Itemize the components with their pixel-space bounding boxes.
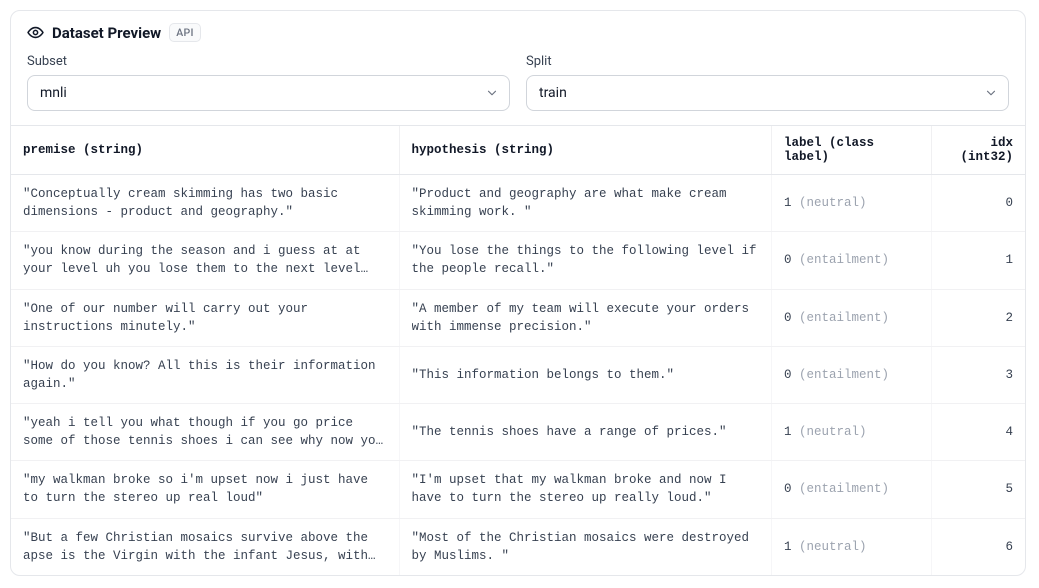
- table-row[interactable]: "How do you know? All this is their info…: [11, 346, 1025, 403]
- data-table: premise (string) hypothesis (string) lab…: [11, 125, 1025, 575]
- cell-label: 0 (entailment): [771, 346, 931, 403]
- cell-premise: "One of our number will carry out your i…: [11, 289, 399, 346]
- cell-idx: 2: [932, 289, 1025, 346]
- dataset-preview-card: Dataset Preview API Subset mnli Split tr…: [10, 10, 1026, 576]
- subset-value: mnli: [40, 85, 67, 101]
- controls-row: Subset mnli Split train: [11, 48, 1025, 125]
- cell-hypothesis: "I'm upset that my walkman broke and now…: [399, 461, 771, 518]
- card-header: Dataset Preview API: [11, 11, 1025, 48]
- cell-label: 1 (neutral): [771, 404, 931, 461]
- cell-hypothesis: "The tennis shoes have a range of prices…: [399, 404, 771, 461]
- cell-label: 0 (entailment): [771, 232, 931, 289]
- cell-premise: "yeah i tell you what though if you go p…: [11, 404, 399, 461]
- cell-premise: "But a few Christian mosaics survive abo…: [11, 518, 399, 575]
- cell-premise: "How do you know? All this is their info…: [11, 346, 399, 403]
- col-header-idx[interactable]: idx (int32): [932, 126, 1025, 175]
- cell-hypothesis: "Product and geography are what make cre…: [399, 175, 771, 232]
- cell-hypothesis: "A member of my team will execute your o…: [399, 289, 771, 346]
- cell-hypothesis: "This information belongs to them.": [399, 346, 771, 403]
- split-value: train: [539, 85, 567, 101]
- cell-idx: 1: [932, 232, 1025, 289]
- chevron-down-icon: [485, 86, 499, 100]
- cell-premise: "you know during the season and i guess …: [11, 232, 399, 289]
- split-select[interactable]: train: [526, 75, 1009, 111]
- cell-hypothesis: "Most of the Christian mosaics were dest…: [399, 518, 771, 575]
- subset-label: Subset: [27, 54, 510, 69]
- cell-idx: 4: [932, 404, 1025, 461]
- cell-premise: "my walkman broke so i'm upset now i jus…: [11, 461, 399, 518]
- card-title: Dataset Preview: [52, 24, 161, 42]
- col-header-label[interactable]: label (class label): [771, 126, 931, 175]
- table-row[interactable]: "But a few Christian mosaics survive abo…: [11, 518, 1025, 575]
- cell-idx: 6: [932, 518, 1025, 575]
- subset-select[interactable]: mnli: [27, 75, 510, 111]
- subset-control: Subset mnli: [27, 54, 510, 111]
- cell-hypothesis: "You lose the things to the following le…: [399, 232, 771, 289]
- split-label: Split: [526, 54, 1009, 69]
- cell-idx: 5: [932, 461, 1025, 518]
- eye-icon: [27, 24, 44, 41]
- table-row[interactable]: "One of our number will carry out your i…: [11, 289, 1025, 346]
- table-row[interactable]: "my walkman broke so i'm upset now i jus…: [11, 461, 1025, 518]
- col-header-premise[interactable]: premise (string): [11, 126, 399, 175]
- table-row[interactable]: "you know during the season and i guess …: [11, 232, 1025, 289]
- split-control: Split train: [526, 54, 1009, 111]
- api-badge[interactable]: API: [169, 23, 201, 42]
- cell-label: 1 (neutral): [771, 175, 931, 232]
- table-row[interactable]: "yeah i tell you what though if you go p…: [11, 404, 1025, 461]
- cell-label: 1 (neutral): [771, 518, 931, 575]
- cell-idx: 3: [932, 346, 1025, 403]
- col-header-hypothesis[interactable]: hypothesis (string): [399, 126, 771, 175]
- cell-idx: 0: [932, 175, 1025, 232]
- table-row[interactable]: "Conceptually cream skimming has two bas…: [11, 175, 1025, 232]
- table-header-row: premise (string) hypothesis (string) lab…: [11, 126, 1025, 175]
- cell-label: 0 (entailment): [771, 289, 931, 346]
- chevron-down-icon: [984, 86, 998, 100]
- cell-premise: "Conceptually cream skimming has two bas…: [11, 175, 399, 232]
- cell-label: 0 (entailment): [771, 461, 931, 518]
